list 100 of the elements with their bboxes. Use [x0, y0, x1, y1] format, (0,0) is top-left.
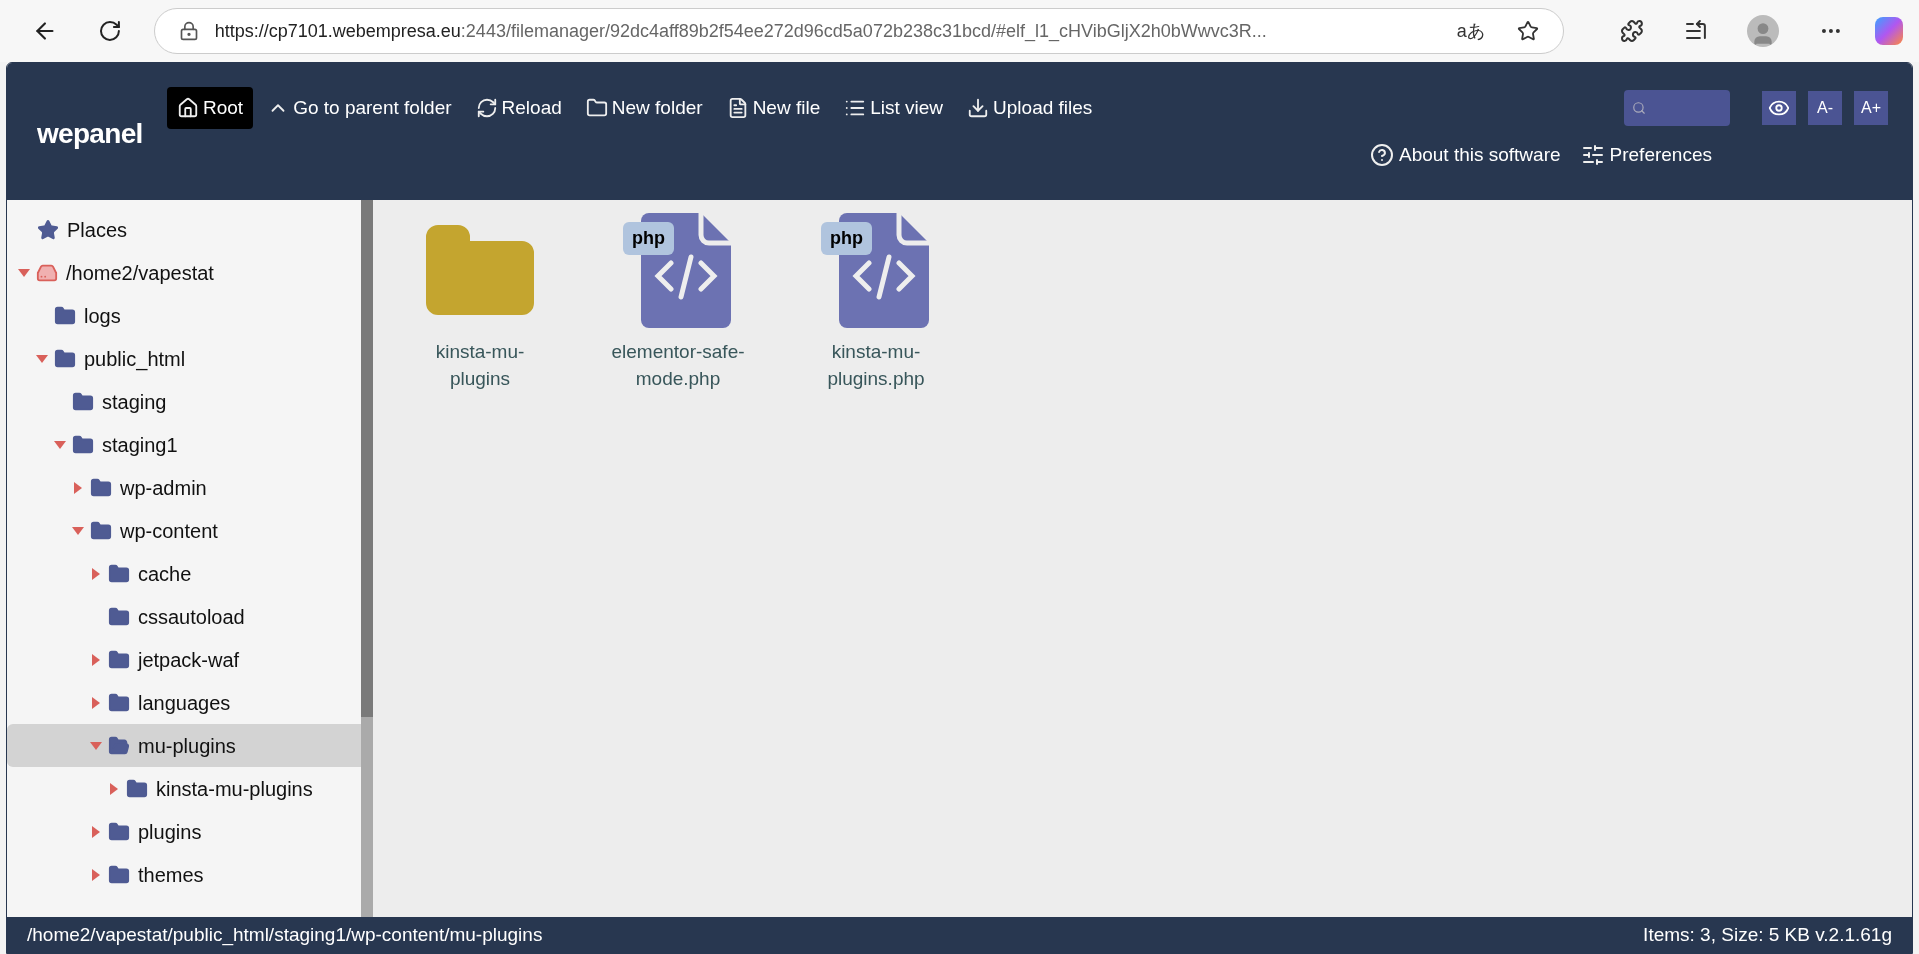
tree-label: cache — [138, 561, 192, 587]
caret-right-icon[interactable] — [92, 825, 100, 838]
tree-item[interactable]: jetpack-waf — [7, 638, 361, 681]
tree-item[interactable]: staging1 — [7, 423, 361, 466]
places-label[interactable]: Places — [67, 214, 128, 245]
caret-right-icon[interactable] — [92, 567, 100, 580]
tree-label: mu-plugins — [138, 733, 236, 759]
tree-item[interactable]: wp-content — [7, 509, 361, 552]
caret-down-icon[interactable] — [72, 526, 84, 535]
caret-down-icon[interactable] — [90, 741, 102, 750]
tree-item[interactable]: mu-plugins — [7, 724, 361, 767]
status-info: Items: 3, Size: 5 KB v.2.1.61g — [1643, 922, 1892, 947]
folder-icon — [108, 562, 130, 585]
tree-label: cssautoload — [138, 604, 245, 630]
help-icon — [1369, 143, 1394, 168]
reload-icon — [475, 97, 498, 119]
tree-label: kinsta-mu-plugins — [156, 776, 313, 802]
folder-icon — [126, 777, 148, 800]
address-bar[interactable]: https://cp7101.webempresa.eu:2443/filemanager/92dc4aff89b2f54ee272d96cd5a072b238c31bcd/#elf_l1_cHVibGljX2h0bWwvc3R... aあ — [153, 8, 1564, 54]
favorite-icon[interactable] — [1516, 20, 1539, 42]
tree-label: languages — [138, 690, 231, 716]
caret-down-icon[interactable] — [36, 354, 48, 363]
eye-button[interactable] — [1762, 91, 1796, 125]
caret-down-icon[interactable] — [54, 440, 66, 449]
scrollbar[interactable] — [361, 200, 373, 917]
tree-item[interactable]: /home2/vapestat — [7, 251, 361, 294]
star-icon — [37, 218, 59, 241]
caret-right-icon[interactable] — [92, 696, 100, 709]
copilot-icon[interactable] — [1875, 17, 1903, 45]
tree-item[interactable]: kinsta-mu-plugins — [7, 767, 361, 810]
extensions-icon[interactable] — [1619, 19, 1644, 43]
reload-icon[interactable] — [97, 19, 122, 43]
tree-item[interactable]: cache — [7, 552, 361, 595]
toolbar-button[interactable]: Upload files — [957, 87, 1103, 129]
caret-right-icon[interactable] — [92, 653, 100, 666]
sliders-icon — [1580, 143, 1605, 168]
folder-icon — [108, 863, 130, 886]
current-path: /home2/vapestat/public_html/staging1/wp-content/mu-plugins — [27, 922, 543, 948]
tree-label: public_html — [84, 346, 186, 373]
file-item[interactable]: php elementor-safe- mode.php — [593, 210, 763, 392]
tree-item[interactable]: themes — [7, 853, 361, 896]
font-size-button[interactable]: A+ — [1854, 91, 1888, 125]
toolbar-button[interactable]: Preferences — [1580, 141, 1712, 170]
tree-label: plugins — [138, 819, 202, 845]
tree-label: /home2/vapestat — [66, 260, 214, 286]
file-type-badge: php — [623, 221, 674, 255]
folder-icon — [108, 605, 130, 628]
tree-label: wp-admin — [120, 475, 207, 501]
file-item[interactable]: php kinsta-mu- plugins.php — [791, 210, 961, 392]
tree-item[interactable]: public_html — [7, 337, 361, 380]
tree-item[interactable]: cssautoload — [7, 595, 361, 638]
avatar[interactable] — [1747, 15, 1780, 47]
folder-icon — [72, 433, 94, 456]
toolbar-button[interactable]: About this software — [1369, 141, 1561, 170]
toolbar-button[interactable]: New file — [716, 87, 831, 129]
file-name: elementor-safe- mode.php — [611, 340, 745, 391]
tree-item[interactable]: plugins — [7, 810, 361, 853]
caret-down-icon[interactable] — [18, 268, 30, 277]
folder-icon — [426, 225, 534, 315]
open-folder-icon — [108, 734, 130, 757]
file-item[interactable]: kinsta-mu- plugins — [395, 210, 565, 392]
search-field[interactable] — [1624, 90, 1730, 126]
translate-icon[interactable]: aあ — [1456, 17, 1485, 45]
folder-icon — [108, 648, 130, 671]
search-icon — [1632, 101, 1646, 115]
tree-item[interactable]: wp-admin — [7, 466, 361, 509]
toolbar-button[interactable]: Go to parent folder — [257, 87, 462, 129]
file-name: kinsta-mu- plugins — [435, 340, 525, 391]
lock-icon — [178, 21, 199, 41]
file-name: kinsta-mu- plugins.php — [827, 340, 925, 391]
caret-right-icon[interactable] — [74, 481, 82, 494]
toolbar-button[interactable]: New folder — [575, 87, 713, 129]
webpanel-logo: wepanel — [36, 117, 144, 151]
folder-icon — [585, 97, 608, 119]
home-icon — [177, 97, 199, 119]
font-size-button[interactable]: A- — [1808, 91, 1842, 125]
folder-icon — [72, 390, 94, 413]
file-type-badge: php — [821, 221, 872, 255]
folder-icon — [108, 691, 130, 714]
caret-right-icon[interactable] — [110, 782, 118, 795]
url-text: https://cp7101.webempresa.eu:2443/filemanager/92dc4aff89b2f54ee272d96cd5a072b238c31bcd/#elf_l1_cHVibGljX2h0bWwvc3R... — [214, 19, 1268, 44]
tree-item[interactable]: languages — [7, 681, 361, 724]
toolbar-button[interactable]: Root — [167, 87, 254, 129]
folder-icon — [90, 476, 112, 499]
upload-icon — [967, 97, 990, 119]
tree-label: staging — [102, 389, 167, 415]
toolbar-button[interactable]: Reload — [465, 87, 572, 129]
folder-icon — [108, 820, 130, 843]
tree-label: wp-content — [120, 518, 218, 544]
tree-label: themes — [138, 862, 204, 888]
tree-item[interactable]: staging — [7, 380, 361, 423]
tree-label: jetpack-waf — [138, 647, 240, 673]
tree-item[interactable]: logs — [7, 294, 361, 337]
tree-label: staging1 — [102, 432, 178, 458]
tree-label: logs — [84, 303, 121, 329]
toolbar-button[interactable]: List view — [834, 87, 954, 129]
folder-icon — [90, 519, 112, 542]
caret-right-icon[interactable] — [92, 868, 100, 881]
folder-icon — [54, 347, 76, 370]
folder-icon — [54, 304, 76, 327]
